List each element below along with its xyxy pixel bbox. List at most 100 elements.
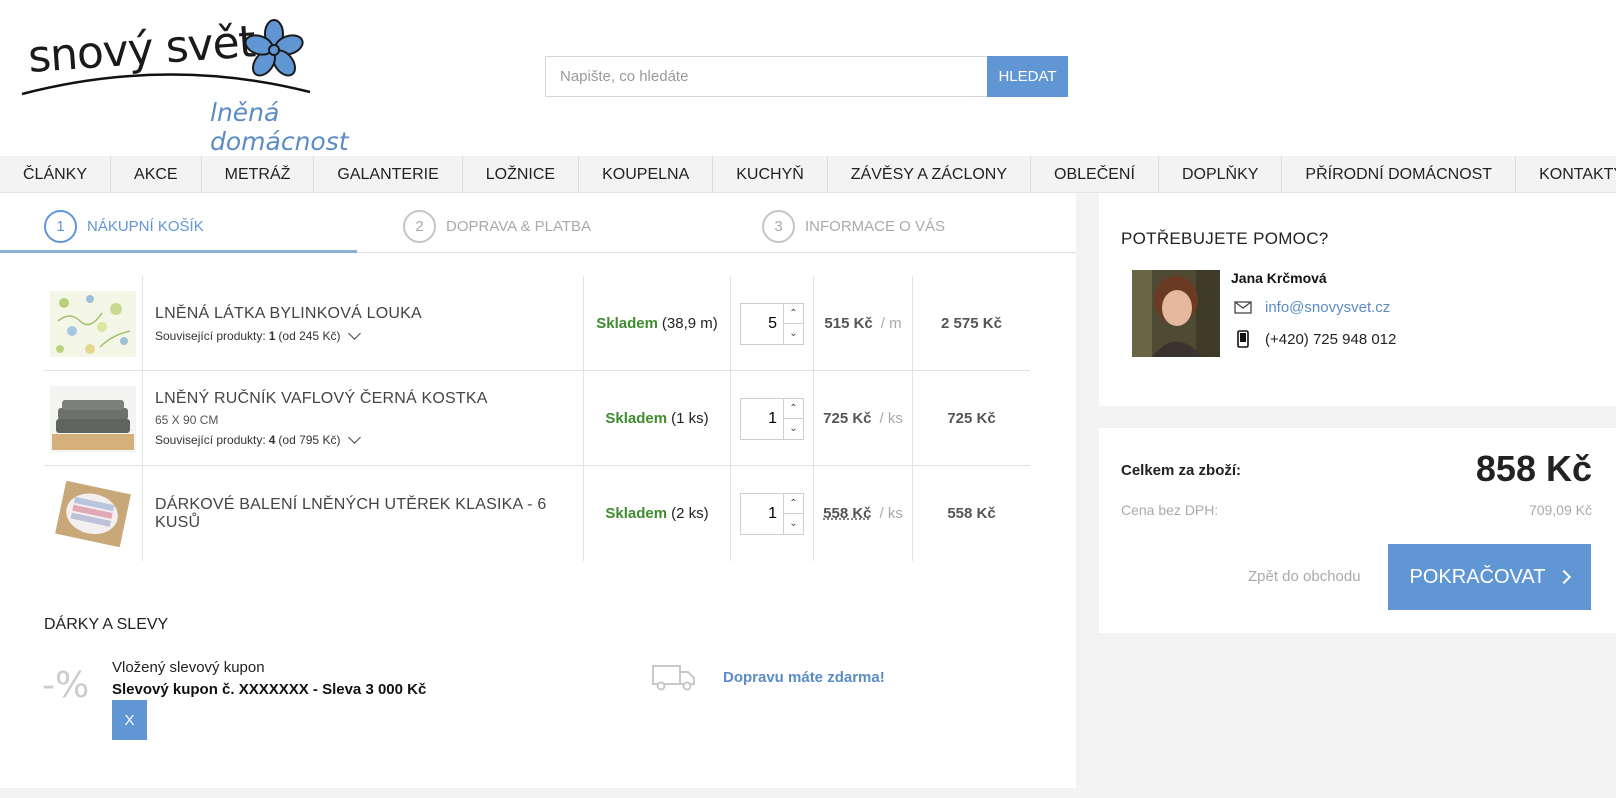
nav-item-kuchyn[interactable]: KUCHYŇ [713,156,828,193]
stock-status: Skladem [605,505,668,522]
row-total: 2 575 Kč [912,276,1030,371]
net-price: 709,09 Kč [1528,502,1592,518]
step-cart[interactable]: 1 NÁKUPNÍ KOŠÍK [44,209,204,243]
stock-cell: Skladem (38,9 m) [583,276,730,371]
quantity-stepper: ⌃ ⌄ [740,492,804,535]
qty-cell: ⌃ ⌄ [730,371,813,466]
stock-cell: Skladem (1 ks) [583,371,730,466]
chevron-up-icon[interactable]: ⌃ [784,494,803,514]
help-title: POTŘEBUJETE POMOC? [1121,229,1329,248]
nav-item-zavesy[interactable]: ZÁVĚSY A ZÁCLONY [828,156,1032,193]
product-image-fabric[interactable] [50,290,136,357]
product-image-cell [44,466,142,561]
nav-item-kontakty[interactable]: KONTAKTY [1516,156,1616,193]
row-total: 558 Kč [912,466,1030,561]
nav-item-loznice[interactable]: LOŽNICE [463,156,580,193]
step-number: 1 [44,209,77,243]
nav-item-koupelna[interactable]: KOUPELNA [579,156,714,193]
stock-status: Skladem [596,315,658,332]
quantity-input[interactable] [741,493,783,534]
free-shipping-text: Dopravu máte zdarma! [723,669,885,686]
nav-item-obleceni[interactable]: OBLEČENÍ [1031,156,1159,193]
continue-button[interactable]: POKRAČOVAT [1388,544,1591,610]
step-shipping[interactable]: 2 DOPRAVA & PLATBA [403,209,591,243]
quantity-input[interactable] [741,303,783,344]
unit-price-cell: 558 Kč / ks [813,466,912,561]
related-count: 1 [268,328,276,343]
chevron-down-icon[interactable] [348,326,362,340]
unit-label: / m [880,315,902,332]
product-name-cell: LNĚNÝ RUČNÍK VAFLOVÝ ČERNÁ KOSTKA 65 X 9… [142,371,583,466]
search-button[interactable]: HLEDAT [987,56,1068,97]
stock-status: Skladem [605,410,668,427]
quantity-input[interactable] [741,398,783,439]
chevron-down-icon[interactable] [348,431,362,444]
nav-item-clanky[interactable]: ČLÁNKY [0,156,112,193]
truck-icon [652,665,695,691]
stock-qty: (38,9 m) [661,315,718,332]
chevron-down-icon[interactable]: ⌄ [784,514,803,534]
logo-tagline: lněná domácnost [210,98,349,156]
related-products[interactable]: Související produkty: 1 (od 245 Kč) [155,326,583,343]
unit-price: 515 Kč [824,315,873,332]
continue-label: POKRAČOVAT [1409,565,1546,588]
step-info[interactable]: 3 INFORMACE O VÁS [762,209,945,243]
qty-arrows: ⌃ ⌄ [783,493,803,534]
product-image-towel[interactable] [50,385,136,452]
nav-item-metraz[interactable]: METRÁŽ [202,156,315,193]
back-to-shop-link[interactable]: Zpět do obchodu [1248,568,1361,585]
step-number: 2 [403,209,436,243]
related-count: 4 [268,433,276,447]
avatar [1132,270,1220,357]
related-label: Související produkty: [155,328,266,343]
quantity-stepper: ⌃ ⌄ [740,302,804,345]
chevron-down-icon[interactable]: ⌄ [784,419,803,439]
stock-qty: (2 ks) [671,505,709,522]
unit-label: / ks [879,505,903,522]
chevron-right-icon [1557,569,1572,585]
cart-main: 1 NÁKUPNÍ KOŠÍK 2 DOPRAVA & PLATBA 3 INF… [0,193,1076,788]
qty-cell: ⌃ ⌄ [730,466,813,561]
nav-item-akce[interactable]: AKCE [111,156,202,193]
related-from: (od 795 Kč) [278,433,341,447]
product-name[interactable]: DÁRKOVÉ BALENÍ LNĚNÝCH UTĚREK KLASIKA - … [155,496,583,532]
phone-number: (+420) 725 948 012 [1265,330,1397,348]
logo[interactable]: snový svět lněná domácnost [18,16,398,156]
quantity-stepper: ⌃ ⌄ [740,397,804,440]
step-label: INFORMACE O VÁS [805,217,946,235]
header: snový svět lněná domácnost HLEDAT [0,0,1616,156]
table-row: LNĚNÁ LÁTKA BYLINKOVÁ LOUKA Související … [44,276,1030,371]
qty-cell: ⌃ ⌄ [730,276,813,371]
chevron-up-icon[interactable]: ⌃ [784,399,803,419]
remove-coupon-button[interactable]: X [112,700,147,740]
contact-email[interactable]: info@snovysvet.cz [1233,299,1390,316]
product-name[interactable]: LNĚNÁ LÁTKA BYLINKOVÁ LOUKA [155,305,583,323]
contact-phone: (+420) 725 948 012 [1233,330,1396,348]
stock-cell: Skladem (2 ks) [583,466,730,561]
nav-item-prirodni[interactable]: PŘÍRODNÍ DOMÁCNOST [1282,156,1517,193]
order-summary: Celkem za zboží: 858 Kč Cena bez DPH: 70… [1099,428,1616,633]
step-label: NÁKUPNÍ KOŠÍK [87,217,204,235]
unit-price: 725 Kč [823,410,872,427]
table-row: DÁRKOVÉ BALENÍ LNĚNÝCH UTĚREK KLASIKA - … [44,466,1030,561]
product-variant: 65 X 90 CM [155,413,219,427]
product-image-gift-box[interactable] [50,480,136,547]
chevron-up-icon[interactable]: ⌃ [784,304,803,324]
phone-icon [1233,330,1253,348]
nav-item-galanterie[interactable]: GALANTERIE [314,156,463,193]
product-name[interactable]: LNĚNÝ RUČNÍK VAFLOVÝ ČERNÁ KOSTKA [155,390,583,408]
chevron-down-icon[interactable]: ⌄ [784,324,803,344]
unit-price: 558 Kč [823,505,872,522]
active-step-indicator [0,250,357,253]
cart-table: LNĚNÁ LÁTKA BYLINKOVÁ LOUKA Související … [44,276,1030,561]
related-products[interactable]: Související produkty: 4 (od 795 Kč) [155,431,583,447]
product-image-cell [44,371,142,466]
help-box: POTŘEBUJETE POMOC? Jana Krčmová info@sno… [1099,193,1616,406]
nav-item-doplnky[interactable]: DOPLŇKY [1159,156,1283,193]
search-bar: HLEDAT [545,56,1068,97]
product-name-cell: LNĚNÁ LÁTKA BYLINKOVÁ LOUKA Související … [142,276,583,371]
email-link[interactable]: info@snovysvet.cz [1265,299,1390,316]
total-label: Celkem za zboží: [1121,462,1242,479]
stock-qty: (1 ks) [671,410,709,427]
search-input[interactable] [545,56,987,97]
